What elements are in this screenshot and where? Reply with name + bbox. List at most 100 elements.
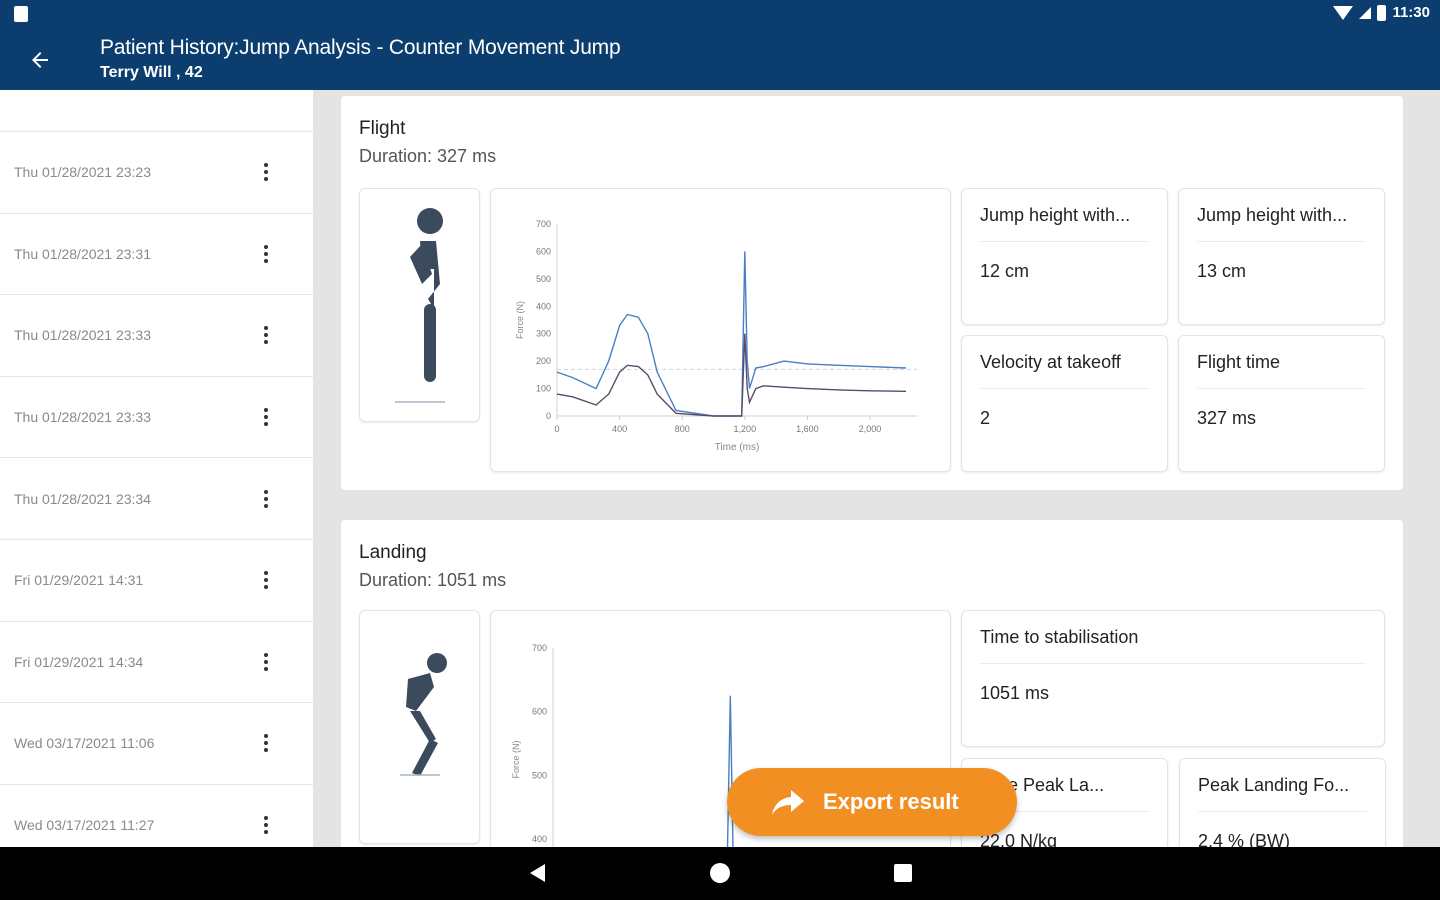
more-options-icon[interactable]: [261, 326, 271, 345]
y-tick-label: 200: [536, 356, 551, 366]
analysis-content: Flight Duration: 327 ms 0 100 200 300 400 500…: [313, 90, 1440, 847]
battery-icon: [1377, 4, 1387, 21]
status-time: 11:30: [1392, 4, 1430, 21]
history-list-item[interactable]: Fri 01/29/2021 14:34: [0, 622, 313, 704]
history-list-item[interactable]: Thu 01/28/2021 23:34: [0, 458, 313, 540]
y-tick-label: 400: [536, 301, 551, 311]
metric-jump-height-1: Jump height with... 12 cm: [961, 188, 1168, 325]
landing-figure-panel: [359, 610, 480, 844]
history-list-item[interactable]: Wed 03/17/2021 11:06: [0, 703, 313, 785]
jumper-landing-icon: [400, 653, 447, 776]
list-header-spacer: [0, 90, 313, 132]
y-tick-label: 0: [546, 411, 551, 421]
status-indicators: 11:30: [1333, 4, 1430, 21]
more-options-icon[interactable]: [261, 489, 271, 508]
x-tick-label: 1,200: [734, 424, 757, 434]
metric-value: 1051 ms: [980, 683, 1050, 703]
y-tick-label: 700: [532, 643, 547, 653]
x-tick-label: 2,000: [859, 424, 882, 434]
landing-title: Landing: [359, 542, 427, 563]
y-tick-label: 500: [532, 770, 547, 780]
history-item-date: Thu 01/28/2021 23:23: [14, 164, 152, 181]
x-tick-label: 0: [554, 424, 559, 434]
more-options-icon[interactable]: [261, 163, 271, 182]
export-result-label: Export result: [823, 789, 959, 814]
y-tick-label: 100: [536, 384, 551, 394]
app-bar: Patient History:Jump Analysis - Counter …: [0, 28, 1440, 90]
metric-label: Time to stabilisation: [980, 627, 1139, 647]
export-result-button[interactable]: Export result: [727, 768, 1017, 836]
history-item-date: Wed 03/17/2021 11:27: [14, 817, 155, 834]
metric-peak-landing-force: Peak Landing Fo... 2.4 % (BW): [1179, 758, 1386, 847]
landing-duration: Duration: 1051 ms: [359, 570, 507, 590]
metric-label: Flight time: [1197, 352, 1281, 372]
back-button[interactable]: [20, 40, 60, 80]
flight-title: Flight: [359, 118, 406, 139]
share-arrow-icon: [772, 790, 804, 815]
history-item-date: Thu 01/28/2021 23:34: [14, 490, 152, 507]
x-tick-label: 800: [675, 424, 690, 434]
metric-value: 13 cm: [1197, 261, 1247, 281]
flight-figure-panel: [359, 188, 480, 422]
history-list-item[interactable]: Wed 03/17/2021 11:27: [0, 785, 313, 847]
more-options-icon[interactable]: [261, 408, 271, 427]
more-options-icon[interactable]: [261, 734, 271, 753]
metric-value: 2: [980, 408, 991, 428]
history-list-item[interactable]: Thu 01/28/2021 23:31: [0, 214, 313, 296]
y-tick-label: 700: [536, 219, 551, 229]
history-list-item[interactable]: Thu 01/28/2021 23:33: [0, 295, 313, 377]
x-tick-label: 1,600: [796, 424, 819, 434]
history-list-item[interactable]: Thu 01/28/2021 23:33: [0, 377, 313, 459]
history-item-date: Thu 01/28/2021 23:33: [14, 409, 152, 426]
more-options-icon[interactable]: [261, 652, 271, 671]
history-list-item[interactable]: Thu 01/28/2021 23:23: [0, 132, 313, 214]
history-list-item[interactable]: Fri 01/29/2021 14:31: [0, 540, 313, 622]
metric-value: 2.4 % (BW): [1198, 831, 1291, 847]
signal-icon: [1359, 6, 1372, 19]
nav-back-icon[interactable]: [530, 864, 545, 882]
y-tick-label: 600: [532, 707, 547, 717]
metric-velocity-takeoff: Velocity at takeoff 2: [961, 335, 1168, 472]
metric-label: Peak Landing Fo...: [1198, 775, 1350, 795]
metric-value: 327 ms: [1197, 408, 1257, 428]
notification-icon: [14, 6, 28, 22]
more-options-icon[interactable]: [261, 244, 271, 263]
metric-label: Velocity at takeoff: [980, 352, 1121, 372]
history-item-date: Fri 01/29/2021 14:31: [14, 572, 144, 589]
nav-home-icon[interactable]: [710, 863, 730, 883]
series-line-0: [726, 695, 734, 847]
system-nav-bar: [0, 847, 1440, 900]
history-item-date: Wed 03/17/2021 11:06: [14, 735, 155, 752]
x-tick-label: 400: [612, 424, 627, 434]
patient-name: Terry Will , 42: [100, 64, 203, 81]
y-tick-label: 600: [536, 246, 551, 256]
flight-force-chart-panel: 0 100 200 300 400 500 600 700 Force (N) 0 400 800 1,…: [490, 188, 951, 472]
series-line-1: [556, 333, 907, 417]
flight-force-chart: 0 100 200 300 400 500 600 700 Force (N) 0 400 800 1,…: [515, 219, 917, 453]
jumper-standing-icon: [395, 208, 445, 403]
flight-card: Flight Duration: 327 ms 0 100 200 300 400 500…: [341, 96, 1403, 490]
metric-jump-height-2: Jump height with... 13 cm: [1178, 188, 1385, 325]
flight-duration: Duration: 327 ms: [359, 146, 497, 166]
more-options-icon[interactable]: [261, 571, 271, 590]
y-axis-label: Force (N): [511, 740, 521, 778]
y-tick-label: 300: [536, 329, 551, 339]
arrow-back-icon: [32, 52, 48, 68]
y-axis-label: Force (N): [515, 301, 525, 339]
y-tick-label: 500: [536, 274, 551, 284]
history-item-date: Fri 01/29/2021 14:34: [14, 653, 144, 670]
metric-time-to-stabilisation: Time to stabilisation 1051 ms: [961, 610, 1385, 747]
metric-label: Jump height with...: [980, 205, 1131, 225]
wifi-icon: [1333, 5, 1354, 20]
nav-recents-icon[interactable]: [894, 864, 912, 882]
history-item-date: Thu 01/28/2021 23:31: [14, 245, 152, 262]
status-bar: 11:30: [0, 0, 1440, 28]
page-title: Patient History:Jump Analysis - Counter …: [100, 36, 621, 59]
metric-flight-time: Flight time 327 ms: [1178, 335, 1385, 472]
history-list: Thu 01/28/2021 23:23 Thu 01/28/2021 23:31…: [0, 90, 313, 847]
more-options-icon[interactable]: [261, 816, 271, 835]
metric-label: Jump height with...: [1197, 205, 1348, 225]
history-item-date: Thu 01/28/2021 23:33: [14, 327, 152, 344]
y-tick-label: 400: [532, 834, 547, 844]
x-axis-label: Time (ms): [715, 442, 760, 453]
